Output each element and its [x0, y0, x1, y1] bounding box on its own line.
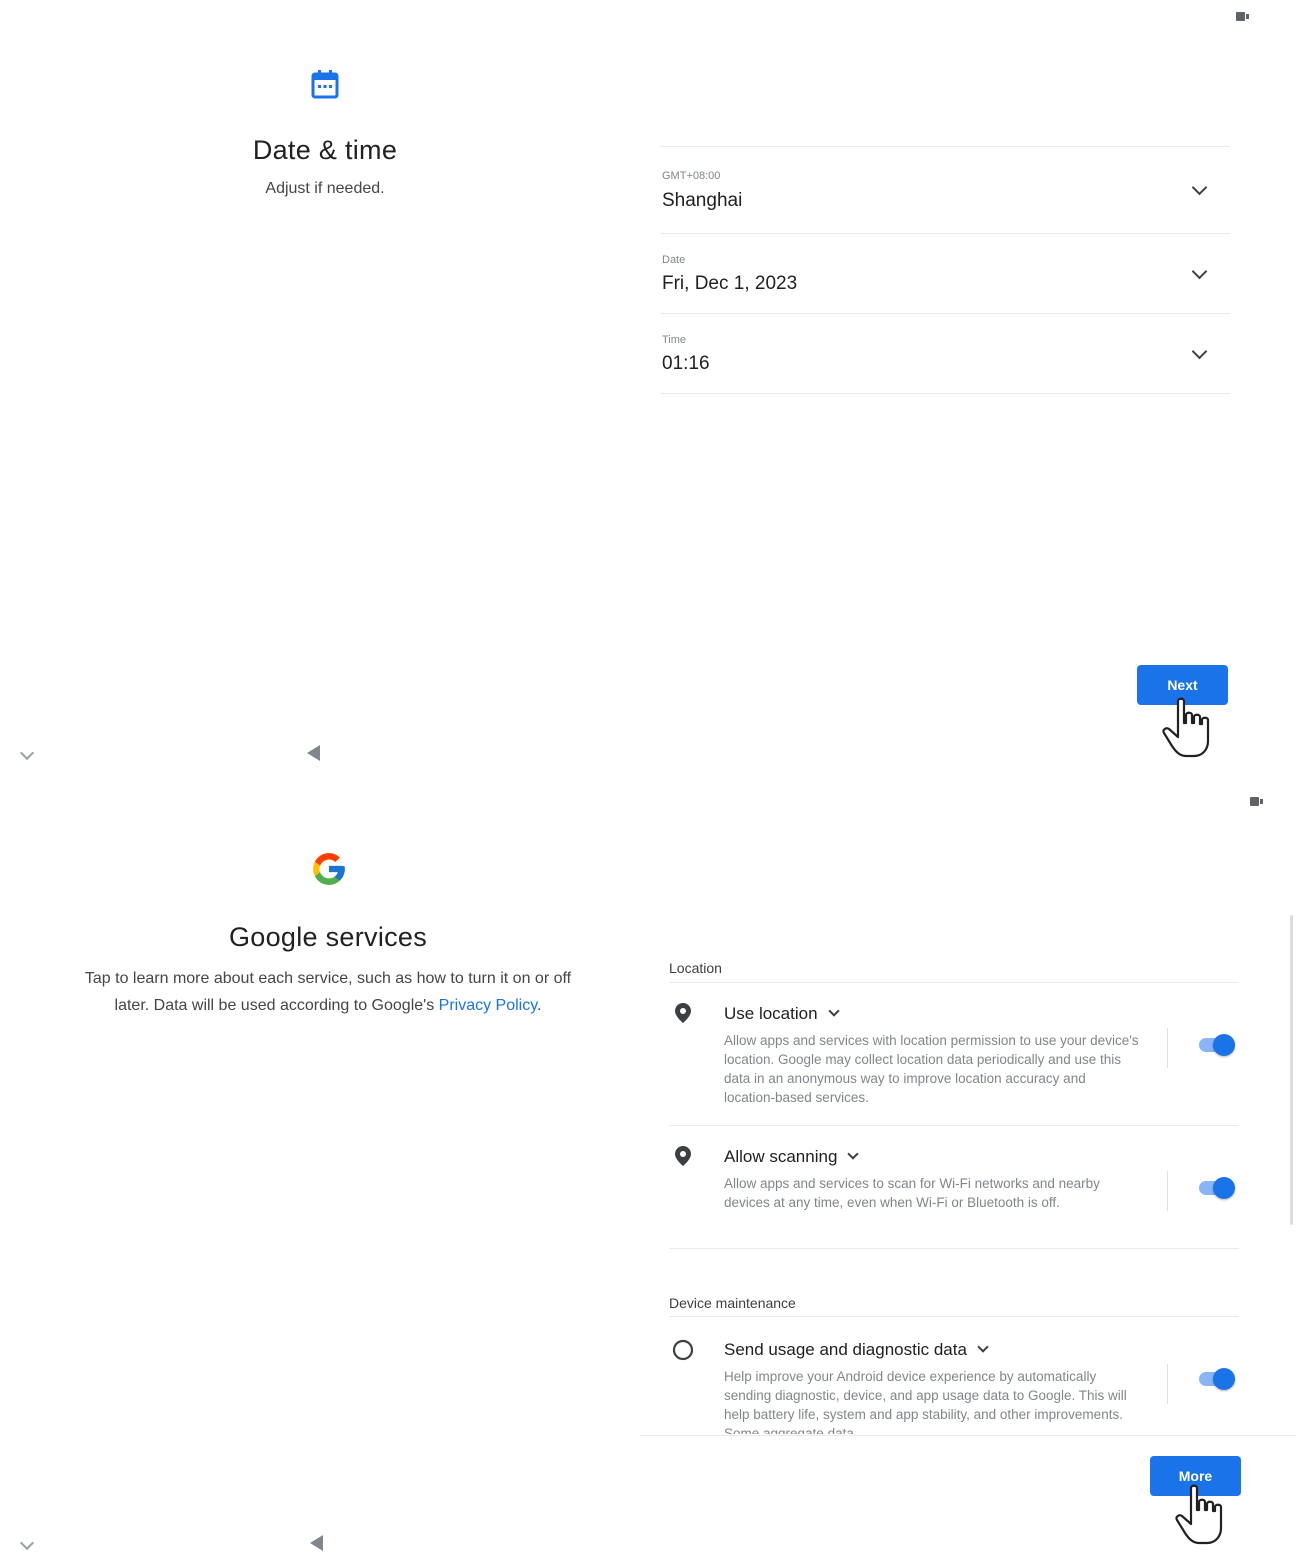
- date-field[interactable]: Date Fri, Dec 1, 2023: [660, 234, 1230, 312]
- divider: [660, 393, 1230, 394]
- chevron-down-icon[interactable]: [1191, 343, 1208, 360]
- service-description: Help improve your Android device experie…: [724, 1369, 1127, 1434]
- chevron-down-icon[interactable]: [977, 1341, 989, 1353]
- divider: [1167, 1364, 1168, 1404]
- privacy-policy-link[interactable]: Privacy Policy: [439, 997, 537, 1014]
- toggle-thumb: [1213, 1368, 1235, 1390]
- chevron-down-icon[interactable]: [1191, 179, 1208, 196]
- date-field-value: Fri, Dec 1, 2023: [662, 273, 798, 294]
- chevron-down-icon[interactable]: [847, 1148, 860, 1160]
- allow-scanning-toggle[interactable]: [1197, 1175, 1241, 1201]
- toggle-thumb: [1213, 1177, 1235, 1199]
- location-pin-icon: [675, 1146, 691, 1166]
- service-title-text: Use location: [724, 1004, 818, 1023]
- time-field-value: 01:16: [662, 353, 710, 374]
- service-allow-scanning[interactable]: Allow scanning Allow apps and services t…: [669, 1133, 1244, 1243]
- description-line2: later. Data will be used according to Go…: [114, 997, 439, 1014]
- date-time-screen: Date & time Adjust if needed. GMT+08:00 …: [0, 0, 1296, 778]
- use-location-toggle[interactable]: [1197, 1032, 1241, 1058]
- service-description: Allow apps and services to scan for Wi-F…: [724, 1176, 1100, 1210]
- divider: [660, 146, 1230, 147]
- timezone-field-label: GMT+08:00: [662, 170, 721, 182]
- page-title: Google services: [228, 922, 428, 952]
- divider: [669, 1316, 1239, 1317]
- service-title-text: Send usage and diagnostic data: [724, 1340, 967, 1359]
- time-field-label: Time: [662, 334, 687, 346]
- battery-icon: [1236, 12, 1250, 21]
- divider: [669, 982, 1239, 983]
- google-g-logo-icon: [313, 853, 345, 885]
- description-line1: Tap to learn more about each service, su…: [84, 970, 572, 987]
- toggle-thumb: [1213, 1034, 1235, 1056]
- page-description: Tap to learn more about each service, su…: [30, 965, 626, 1019]
- circle-icon: [672, 1339, 694, 1361]
- divider: [1167, 1171, 1168, 1211]
- google-services-screen: Google services Tap to learn more about …: [0, 778, 1296, 1552]
- time-field[interactable]: Time 01:16: [660, 314, 1230, 392]
- usage-diagnostics-toggle[interactable]: [1197, 1366, 1241, 1392]
- service-title: Use location: [724, 1004, 840, 1024]
- service-description: Allow apps and services with location pe…: [724, 1033, 1139, 1105]
- section-header-device-maintenance: Device maintenance: [669, 1295, 796, 1311]
- calendar-icon: [311, 70, 339, 99]
- service-title-text: Allow scanning: [724, 1147, 838, 1166]
- timezone-field[interactable]: GMT+08:00 Shanghai: [660, 150, 1230, 232]
- date-field-label: Date: [662, 254, 686, 266]
- service-title: Send usage and diagnostic data: [724, 1340, 989, 1360]
- timezone-field-value: Shanghai: [662, 190, 743, 211]
- hand-cursor-icon: [1175, 1484, 1223, 1545]
- description-end: .: [537, 997, 542, 1014]
- battery-icon: [1250, 797, 1264, 806]
- service-usage-diagnostics[interactable]: Send usage and diagnostic data Help impr…: [669, 1326, 1244, 1434]
- divider: [669, 1248, 1239, 1249]
- page-subtitle: Adjust if needed.: [265, 180, 385, 197]
- page-title: Date & time: [252, 135, 398, 165]
- chevron-down-icon[interactable]: [1191, 263, 1208, 280]
- nav-chevron-down-icon[interactable]: [19, 1535, 35, 1551]
- service-title: Allow scanning: [724, 1147, 860, 1167]
- section-header-location: Location: [669, 960, 722, 976]
- location-pin-icon: [675, 1003, 691, 1023]
- hand-cursor-icon: [1162, 697, 1210, 758]
- footer-divider: [640, 1435, 1296, 1436]
- nav-chevron-down-icon[interactable]: [19, 745, 35, 761]
- service-use-location[interactable]: Use location Allow apps and services wit…: [669, 990, 1244, 1120]
- nav-back-icon[interactable]: [310, 1535, 323, 1551]
- divider: [669, 1125, 1239, 1126]
- nav-back-icon[interactable]: [307, 745, 320, 761]
- divider: [1167, 1028, 1168, 1068]
- chevron-down-icon[interactable]: [827, 1005, 840, 1017]
- scrollbar[interactable]: [1290, 915, 1293, 1225]
